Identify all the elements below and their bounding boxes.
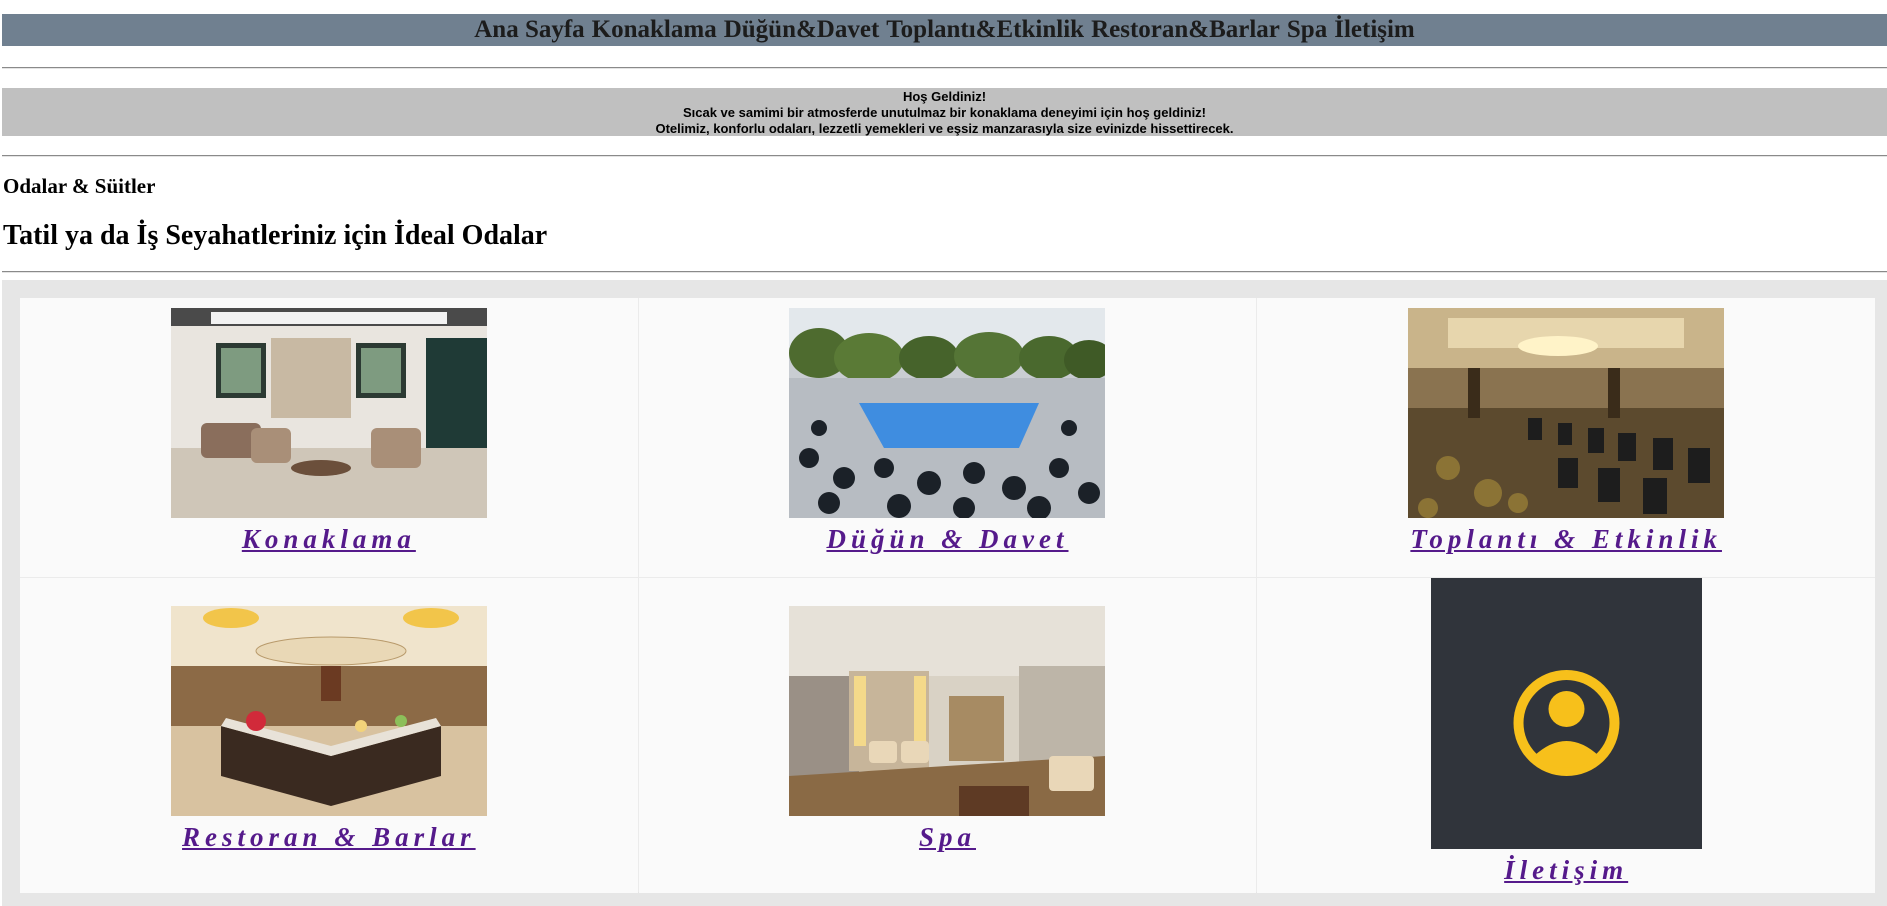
nav-item-spa[interactable]: Spa — [1287, 16, 1327, 43]
feature-grid: Konaklama Düğün & Davet Toplantı & Etkin… — [20, 298, 1875, 893]
feature-card-toplanti-etkinlik: Toplantı & Etkinlik — [1257, 298, 1875, 577]
top-navigation: Ana Sayfa Konaklama Düğün&Davet Toplantı&Et… — [2, 14, 1887, 46]
restaurant-photo[interactable] — [170, 606, 487, 816]
welcome-banner: Hoş Geldiniz! Sıcak ve samimi bir atmosf… — [2, 88, 1887, 136]
section-subtitle: Odalar & Süitler — [3, 174, 156, 198]
welcome-text-2: Otelimiz, konforlu odaları, lezzetli yem… — [655, 121, 1234, 136]
konaklama-link[interactable]: Konaklama — [242, 524, 416, 555]
poolside-event-photo[interactable] — [789, 308, 1106, 518]
lounge-photo[interactable] — [170, 308, 487, 518]
feature-card-spa: Spa — [638, 578, 1257, 893]
welcome-heading: Hoş Geldiniz! — [902, 89, 987, 104]
divider — [2, 155, 1887, 157]
feature-card-dugun-davet: Düğün & Davet — [638, 298, 1257, 577]
toplanti-etkinlik-link[interactable]: Toplantı & Etkinlik — [1410, 524, 1722, 555]
divider — [2, 271, 1887, 273]
nav-item-konaklama[interactable]: Konaklama — [592, 16, 717, 43]
dugun-davet-link[interactable]: Düğün & Davet — [826, 524, 1068, 555]
meeting-hall-photo[interactable] — [1408, 308, 1725, 518]
spa-photo[interactable] — [789, 606, 1106, 816]
welcome-text-1: Sıcak ve samimi bir atmosferde unutulmaz… — [682, 105, 1207, 120]
section-title: Tatil ya da İş Seyahatleriniz için İdeal… — [3, 220, 548, 251]
nav-item-toplanti-etkinlik[interactable]: Toplantı&Etkinlik — [886, 16, 1084, 43]
feature-card-iletisim: İletişim — [1257, 578, 1875, 893]
restoran-barlar-link[interactable]: Restoran & Barlar — [182, 822, 476, 853]
nav-item-ana-sayfa[interactable]: Ana Sayfa — [474, 16, 584, 43]
divider — [2, 67, 1887, 69]
feature-card-restoran-barlar: Restoran & Barlar — [20, 578, 638, 893]
nav-item-iletisim[interactable]: İletişim — [1334, 16, 1415, 43]
feature-grid-container: Konaklama Düğün & Davet Toplantı & Etkin… — [2, 280, 1887, 906]
spa-link[interactable]: Spa — [919, 822, 976, 853]
nav-item-dugun-davet[interactable]: Düğün&Davet — [724, 16, 880, 43]
user-avatar-icon[interactable] — [1430, 578, 1702, 849]
feature-card-konaklama: Konaklama — [20, 298, 638, 577]
nav-item-restoran-barlar[interactable]: Restoran&Barlar — [1091, 16, 1280, 43]
iletisim-link[interactable]: İletişim — [1504, 855, 1628, 886]
